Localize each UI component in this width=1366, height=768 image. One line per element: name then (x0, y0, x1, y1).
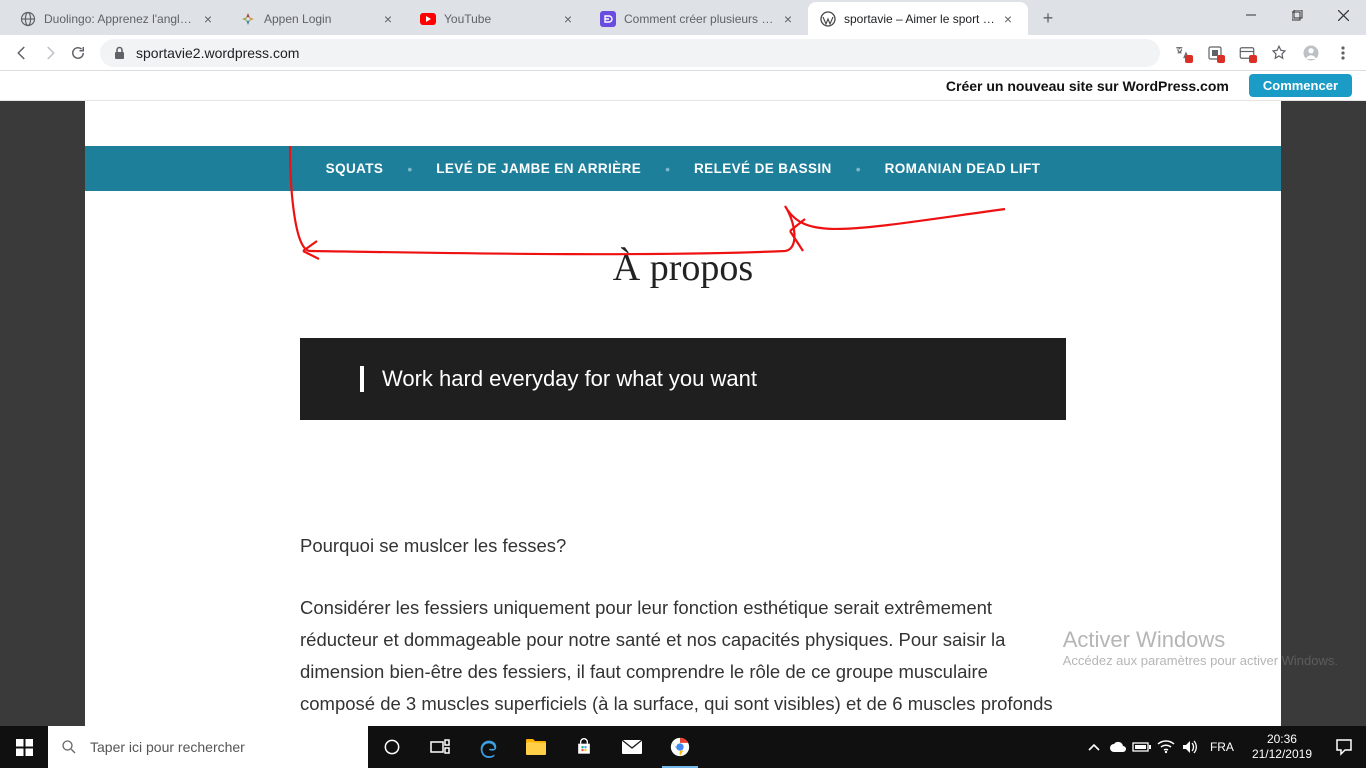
close-icon[interactable]: × (780, 11, 796, 27)
onedrive-icon[interactable] (1106, 726, 1130, 768)
start-button[interactable] (0, 726, 48, 768)
page-viewport: Créer un nouveau site sur WordPress.com … (0, 71, 1366, 726)
site-header (85, 101, 1281, 146)
browser-toolbar: sportavie2.wordpress.com (0, 35, 1366, 71)
page-title: À propos (300, 246, 1066, 290)
article-body: Pourquoi se muslcer les fesses? Considér… (300, 530, 1066, 726)
url-text: sportavie2.wordpress.com (136, 45, 299, 61)
nav-item-leve[interactable]: LEVÉ DE JAMBE EN ARRIÈRE (430, 161, 647, 176)
menu-icon[interactable] (1334, 44, 1352, 62)
address-bar[interactable]: sportavie2.wordpress.com (100, 39, 1160, 67)
tray-chevron-icon[interactable] (1082, 726, 1106, 768)
language-indicator[interactable]: FRA (1202, 740, 1242, 754)
task-view-button[interactable] (416, 726, 464, 768)
bookmark-icon[interactable] (1270, 44, 1288, 62)
globe-icon (20, 11, 36, 27)
action-center-button[interactable] (1322, 726, 1366, 768)
browser-tabstrip: Duolingo: Apprenez l'anglais, l × Appen … (0, 0, 1366, 35)
quote-block: Work hard everyday for what you want (300, 338, 1066, 420)
search-placeholder: Taper ici pour rechercher (90, 739, 245, 755)
page-gutter-left (0, 101, 85, 726)
page-main: SQUATS • LEVÉ DE JAMBE EN ARRIÈRE • RELE… (85, 101, 1281, 726)
tab-title: sportavie – Aimer le sport com (844, 12, 996, 26)
page-gutter-right (1281, 101, 1366, 726)
explorer-button[interactable] (512, 726, 560, 768)
content: À propos Work hard everyday for what you… (85, 191, 1281, 726)
youtube-icon (420, 11, 436, 27)
mail-button[interactable] (608, 726, 656, 768)
new-tab-button[interactable]: + (1034, 4, 1062, 32)
nav-item-releve[interactable]: RELEVÉ DE BASSIN (688, 161, 838, 176)
back-button[interactable] (8, 39, 36, 67)
close-icon[interactable]: × (560, 11, 576, 27)
close-icon[interactable]: × (200, 11, 216, 27)
close-icon[interactable]: × (380, 11, 396, 27)
nav-item-squats[interactable]: SQUATS (320, 161, 390, 176)
maximize-button[interactable] (1274, 0, 1320, 30)
wp-start-button[interactable]: Commencer (1249, 74, 1352, 97)
site-icon (600, 11, 616, 27)
store-button[interactable] (560, 726, 608, 768)
nav-separator: • (856, 161, 861, 177)
clock-date: 21/12/2019 (1252, 747, 1312, 762)
lock-icon (112, 46, 126, 60)
extension-icon[interactable] (1206, 44, 1224, 62)
chrome-button[interactable] (656, 726, 704, 768)
quote-text: Work hard everyday for what you want (382, 366, 1006, 392)
taskbar-search[interactable]: Taper ici pour rechercher (48, 726, 368, 768)
tab-title: Duolingo: Apprenez l'anglais, l (44, 12, 196, 26)
nav-separator: • (407, 161, 412, 177)
wordpress-icon (820, 11, 836, 27)
tab-duolingo[interactable]: Duolingo: Apprenez l'anglais, l × (8, 2, 228, 35)
tab-title: YouTube (444, 12, 556, 26)
clock-time: 20:36 (1252, 732, 1312, 747)
battery-icon[interactable] (1130, 726, 1154, 768)
nav-separator: • (665, 161, 670, 177)
tab-appen[interactable]: Appen Login × (228, 2, 408, 35)
forward-button[interactable] (36, 39, 64, 67)
paragraph: Considérer les fessiers uniquement pour … (300, 592, 1066, 726)
taskbar-clock[interactable]: 20:36 21/12/2019 (1242, 732, 1322, 762)
extension-icons (1168, 44, 1358, 62)
volume-icon[interactable] (1178, 726, 1202, 768)
tab-sportavie[interactable]: sportavie – Aimer le sport com × (808, 2, 1028, 35)
close-window-button[interactable] (1320, 0, 1366, 30)
edge-button[interactable] (464, 726, 512, 768)
translate-icon[interactable] (1174, 44, 1192, 62)
reload-button[interactable] (64, 39, 92, 67)
window-controls (1228, 0, 1366, 30)
minimize-button[interactable] (1228, 0, 1274, 30)
paragraph: Pourquoi se muslcer les fesses? (300, 530, 1066, 562)
tab-title: Appen Login (264, 12, 376, 26)
search-icon (60, 738, 78, 756)
tab-comment[interactable]: Comment créer plusieurs page × (588, 2, 808, 35)
close-icon[interactable]: × (1000, 11, 1016, 27)
wordpress-promo-bar: Créer un nouveau site sur WordPress.com … (0, 71, 1366, 101)
taskbar-pinned (368, 726, 704, 768)
site-nav: SQUATS • LEVÉ DE JAMBE EN ARRIÈRE • RELE… (85, 146, 1281, 191)
tab-title: Comment créer plusieurs page (624, 12, 776, 26)
text-span: Considérer les fessiers uniquement pour … (300, 597, 1053, 726)
nav-item-romanian[interactable]: ROMANIAN DEAD LIFT (879, 161, 1047, 176)
tab-youtube[interactable]: YouTube × (408, 2, 588, 35)
wp-create-link[interactable]: Créer un nouveau site sur WordPress.com (946, 78, 1229, 94)
quote-accent (360, 366, 364, 392)
extension-icon[interactable] (1238, 44, 1256, 62)
cortana-button[interactable] (368, 726, 416, 768)
profile-icon[interactable] (1302, 44, 1320, 62)
windows-taskbar: Taper ici pour rechercher FRA 20:36 21/1… (0, 726, 1366, 768)
wifi-icon[interactable] (1154, 726, 1178, 768)
appen-icon (240, 11, 256, 27)
system-tray: FRA 20:36 21/12/2019 (1082, 726, 1366, 768)
